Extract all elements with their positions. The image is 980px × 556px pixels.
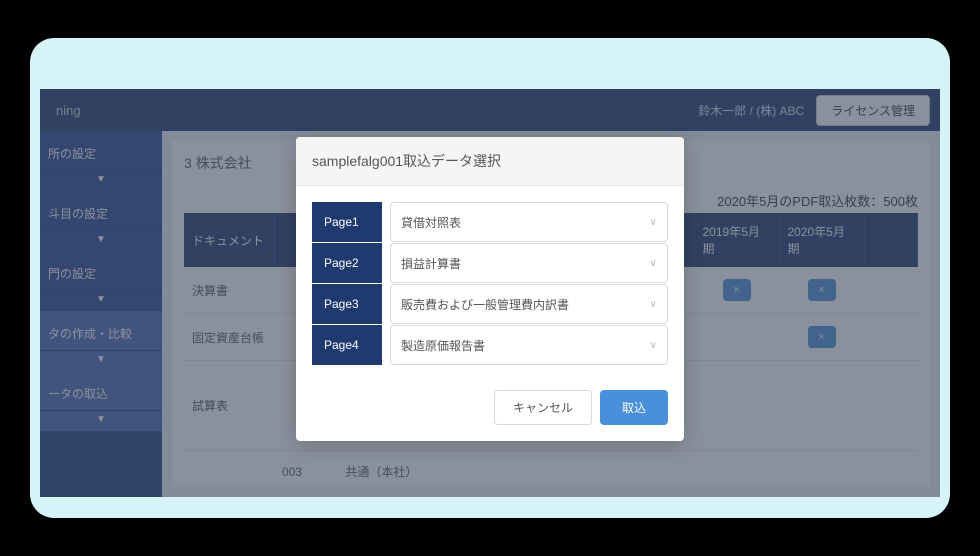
modal-footer: キャンセル 取込: [296, 382, 684, 441]
page4-label: Page4: [312, 325, 382, 365]
chevron-down-icon: ∨: [650, 217, 657, 228]
select-value: 販売費および一般管理費内訳書: [401, 296, 569, 313]
page3-select[interactable]: 販売費および一般管理費内訳書 ∨: [390, 284, 668, 324]
import-button[interactable]: 取込: [600, 390, 668, 425]
page-row: Page3 販売費および一般管理費内訳書 ∨: [312, 284, 668, 324]
app-window: ning 鈴木一郎 / (株) ABC ライセンス管理 所の設定 ▼ 斗目の設定…: [40, 89, 940, 497]
modal-overlay: samplefalg001取込データ選択 Page1 貸借対照表 ∨ Page2…: [40, 89, 940, 497]
page3-label: Page3: [312, 284, 382, 324]
modal-title: samplefalg001取込データ選択: [296, 137, 684, 186]
page-row: Page2 損益計算書 ∨: [312, 243, 668, 283]
page1-select[interactable]: 貸借対照表 ∨: [390, 202, 668, 242]
chevron-down-icon: ∨: [650, 340, 657, 351]
select-value: 貸借対照表: [401, 214, 461, 231]
chevron-down-icon: ∨: [650, 299, 657, 310]
page2-label: Page2: [312, 243, 382, 283]
outer-frame: ning 鈴木一郎 / (株) ABC ライセンス管理 所の設定 ▼ 斗目の設定…: [30, 38, 950, 518]
chevron-down-icon: ∨: [650, 258, 657, 269]
page4-select[interactable]: 製造原価報告書 ∨: [390, 325, 668, 365]
select-value: 製造原価報告書: [401, 337, 485, 354]
modal-body: Page1 貸借対照表 ∨ Page2 損益計算書 ∨: [296, 186, 684, 382]
page-row: Page4 製造原価報告書 ∨: [312, 325, 668, 365]
page2-select[interactable]: 損益計算書 ∨: [390, 243, 668, 283]
page-row: Page1 貸借対照表 ∨: [312, 202, 668, 242]
page1-label: Page1: [312, 202, 382, 242]
cancel-button[interactable]: キャンセル: [494, 390, 592, 425]
select-value: 損益計算書: [401, 255, 461, 272]
import-select-modal: samplefalg001取込データ選択 Page1 貸借対照表 ∨ Page2…: [296, 137, 684, 441]
